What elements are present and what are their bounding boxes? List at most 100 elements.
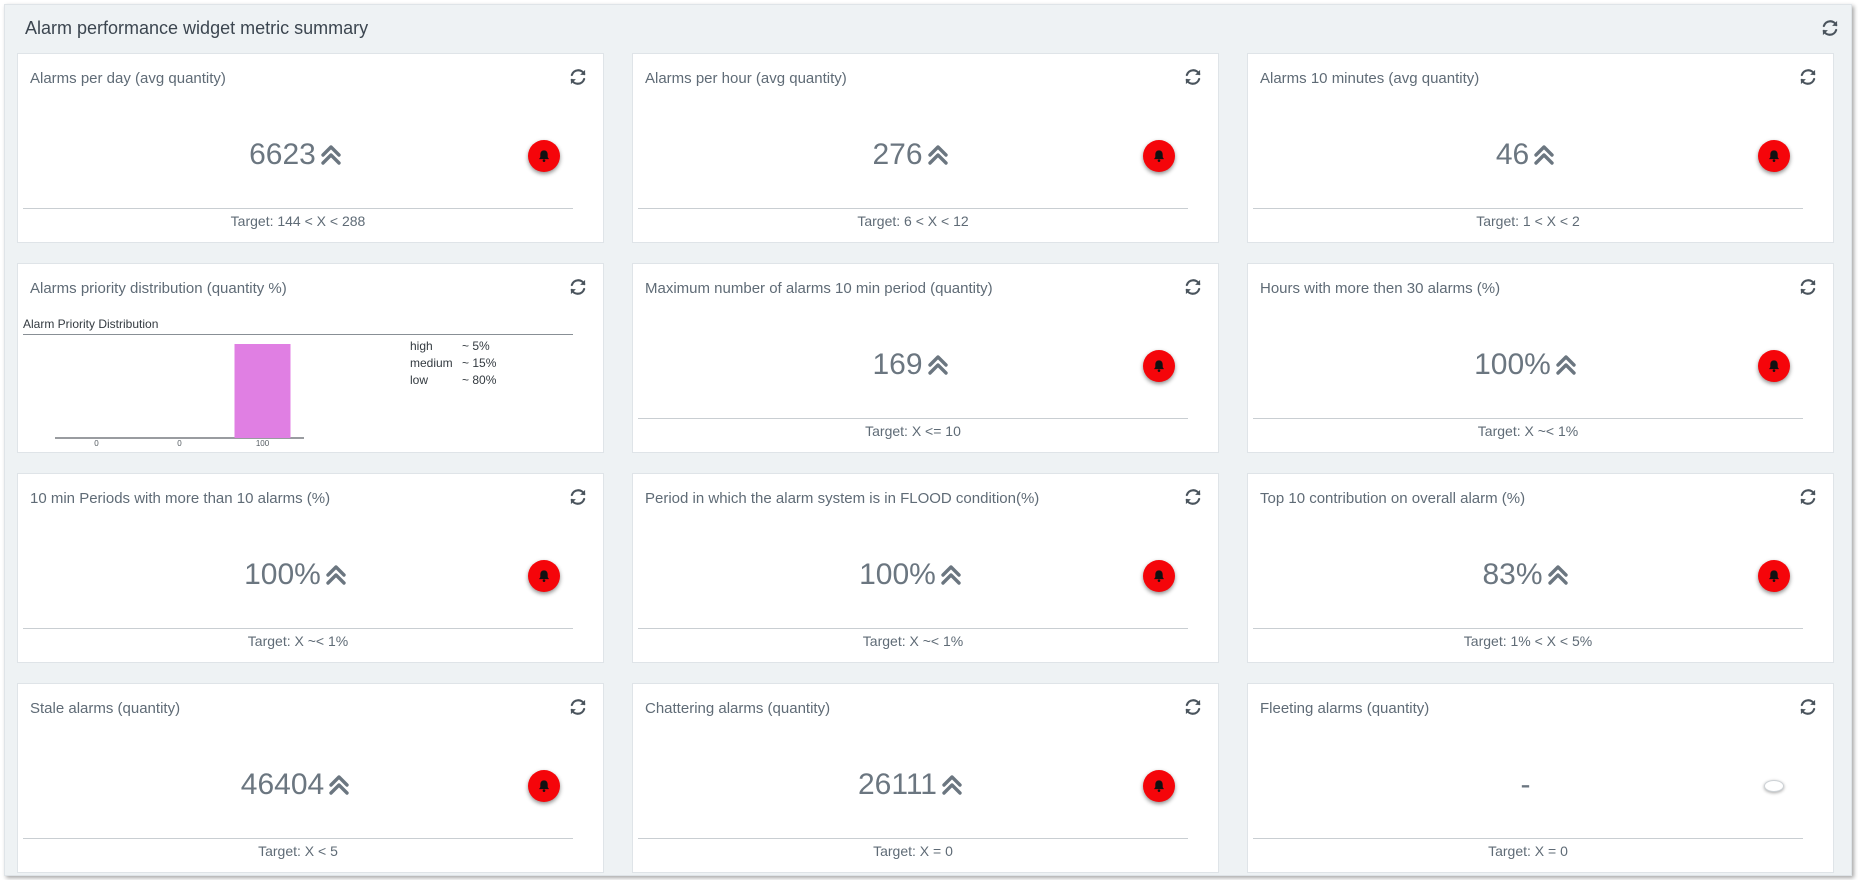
refresh-icon [1185, 699, 1201, 715]
bell-icon [1154, 570, 1164, 582]
widget-grid: Alarms per day (avg quantity) 6623 Target:… [17, 53, 1834, 873]
target-label: Target: X = 0 [873, 843, 953, 859]
alarm-status-indicator[interactable] [1143, 140, 1175, 172]
target-label: Target: 144 < X < 288 [230, 213, 366, 229]
refresh-icon [1800, 489, 1816, 505]
trend-indicator [320, 143, 342, 167]
metric-value: 276 [872, 138, 923, 171]
card-refresh-button[interactable] [567, 696, 589, 718]
metric-card: Fleeting alarms (quantity) - Target: X = 0 [1247, 683, 1834, 873]
panel-refresh-button[interactable] [1819, 17, 1841, 39]
chart-top-line [23, 334, 573, 335]
trend-indicator [941, 773, 963, 797]
value-row: 26111 [633, 768, 1188, 802]
card-title: Top 10 contribution on overall alarm (%) [1260, 490, 1526, 507]
card-divider [638, 208, 1188, 209]
metric-card: Alarms per day (avg quantity) 6623 Target:… [17, 53, 604, 243]
legend-value: ~ 5% [462, 339, 490, 353]
x-tick-label: 0 [177, 439, 182, 448]
trend-indicator [927, 143, 949, 167]
card-title: Alarms per day (avg quantity) [30, 70, 226, 87]
card-divider [23, 208, 573, 209]
card-title: Period in which the alarm system is in F… [645, 490, 1040, 507]
value-row: 46 [1248, 138, 1803, 172]
metric-value: 83% [1482, 558, 1543, 591]
value-row: 100% [633, 558, 1188, 592]
double-chevron-up-icon [1556, 355, 1576, 375]
card-refresh-button[interactable] [1797, 276, 1819, 298]
card-refresh-button[interactable] [1182, 276, 1204, 298]
target-label: Target: X <= 10 [865, 423, 961, 439]
legend-entry: medium ~ 15% [410, 355, 496, 372]
metric-card: Top 10 contribution on overall alarm (%)… [1247, 473, 1834, 663]
value-row: 276 [633, 138, 1188, 172]
refresh-icon [570, 69, 586, 85]
refresh-icon [1800, 69, 1816, 85]
card-refresh-button[interactable] [567, 486, 589, 508]
trend-indicator [1547, 563, 1569, 587]
card-divider [1253, 628, 1803, 629]
metric-card: Maximum number of alarms 10 min period (… [632, 263, 1219, 453]
card-refresh-button[interactable] [1797, 486, 1819, 508]
double-chevron-up-icon [1547, 565, 1568, 585]
refresh-icon [1185, 489, 1201, 505]
alarm-status-indicator[interactable] [528, 140, 560, 172]
card-refresh-button[interactable] [1182, 66, 1204, 88]
alarm-status-indicator[interactable] [1758, 560, 1790, 592]
card-refresh-button[interactable] [1182, 696, 1204, 718]
card-refresh-button[interactable] [1797, 696, 1819, 718]
panel-header: Alarm performance widget metric summary [5, 5, 1851, 51]
card-divider [638, 628, 1188, 629]
target-label: Target: X ~< 1% [1477, 423, 1579, 439]
x-tick-label: 0 [94, 439, 99, 448]
alarm-status-indicator[interactable] [1143, 350, 1175, 382]
legend-name: medium [410, 356, 453, 370]
metric-value: 100% [1474, 348, 1551, 381]
refresh-icon [570, 699, 586, 715]
refresh-icon [1800, 279, 1816, 295]
legend-entry: high ~ 5% [410, 338, 496, 355]
target-label: Target: 1 < X < 2 [1476, 213, 1580, 229]
card-title: Alarms 10 minutes (avg quantity) [1260, 70, 1480, 87]
inactive-status-indicator[interactable] [1758, 770, 1790, 802]
metric-value: 6623 [249, 138, 316, 171]
alarm-status-indicator[interactable] [528, 560, 560, 592]
metric-card: Alarms per hour (avg quantity) 276 Target:… [632, 53, 1219, 243]
legend-value: ~ 15% [462, 356, 497, 370]
alarm-status-indicator[interactable] [528, 770, 560, 802]
metric-value: 46404 [240, 768, 325, 801]
trend-indicator [325, 563, 347, 587]
refresh-icon [1800, 699, 1816, 715]
bell-icon [1154, 360, 1164, 372]
card-refresh-button[interactable] [567, 66, 589, 88]
metric-value: 46 [1495, 138, 1530, 171]
panel-title: Alarm performance widget metric summary [25, 18, 369, 38]
card-title: Hours with more then 30 alarms (%) [1260, 280, 1501, 297]
bell-icon [539, 150, 549, 162]
card-title: Fleeting alarms (quantity) [1260, 700, 1430, 717]
chart-bar [234, 344, 291, 438]
target-label: Target: X ~< 1% [862, 633, 964, 649]
x-tick-label: 100 [256, 439, 270, 448]
priority-chart: Alarm Priority Distribution 0 0 100 high ~ 5%… [18, 264, 605, 454]
card-refresh-button[interactable] [1797, 66, 1819, 88]
legend-value: ~ 80% [462, 373, 497, 387]
double-chevron-up-icon [326, 565, 346, 585]
value-row: 83% [1248, 558, 1803, 592]
card-refresh-button[interactable] [1182, 486, 1204, 508]
bell-icon [1769, 570, 1779, 582]
refresh-icon [1185, 69, 1201, 85]
value-row: 169 [633, 348, 1188, 382]
value-row: 100% [18, 558, 573, 592]
chart-plot: 0 0 100 [55, 344, 304, 448]
card-divider [1253, 838, 1803, 839]
trend-indicator [1533, 143, 1555, 167]
trend-indicator [940, 563, 962, 587]
trend-indicator [328, 773, 350, 797]
metric-value: 100% [859, 558, 936, 591]
alarm-status-indicator[interactable] [1143, 560, 1175, 592]
alarm-status-indicator[interactable] [1758, 350, 1790, 382]
card-divider [23, 628, 573, 629]
alarm-status-indicator[interactable] [1143, 770, 1175, 802]
alarm-status-indicator[interactable] [1758, 140, 1790, 172]
